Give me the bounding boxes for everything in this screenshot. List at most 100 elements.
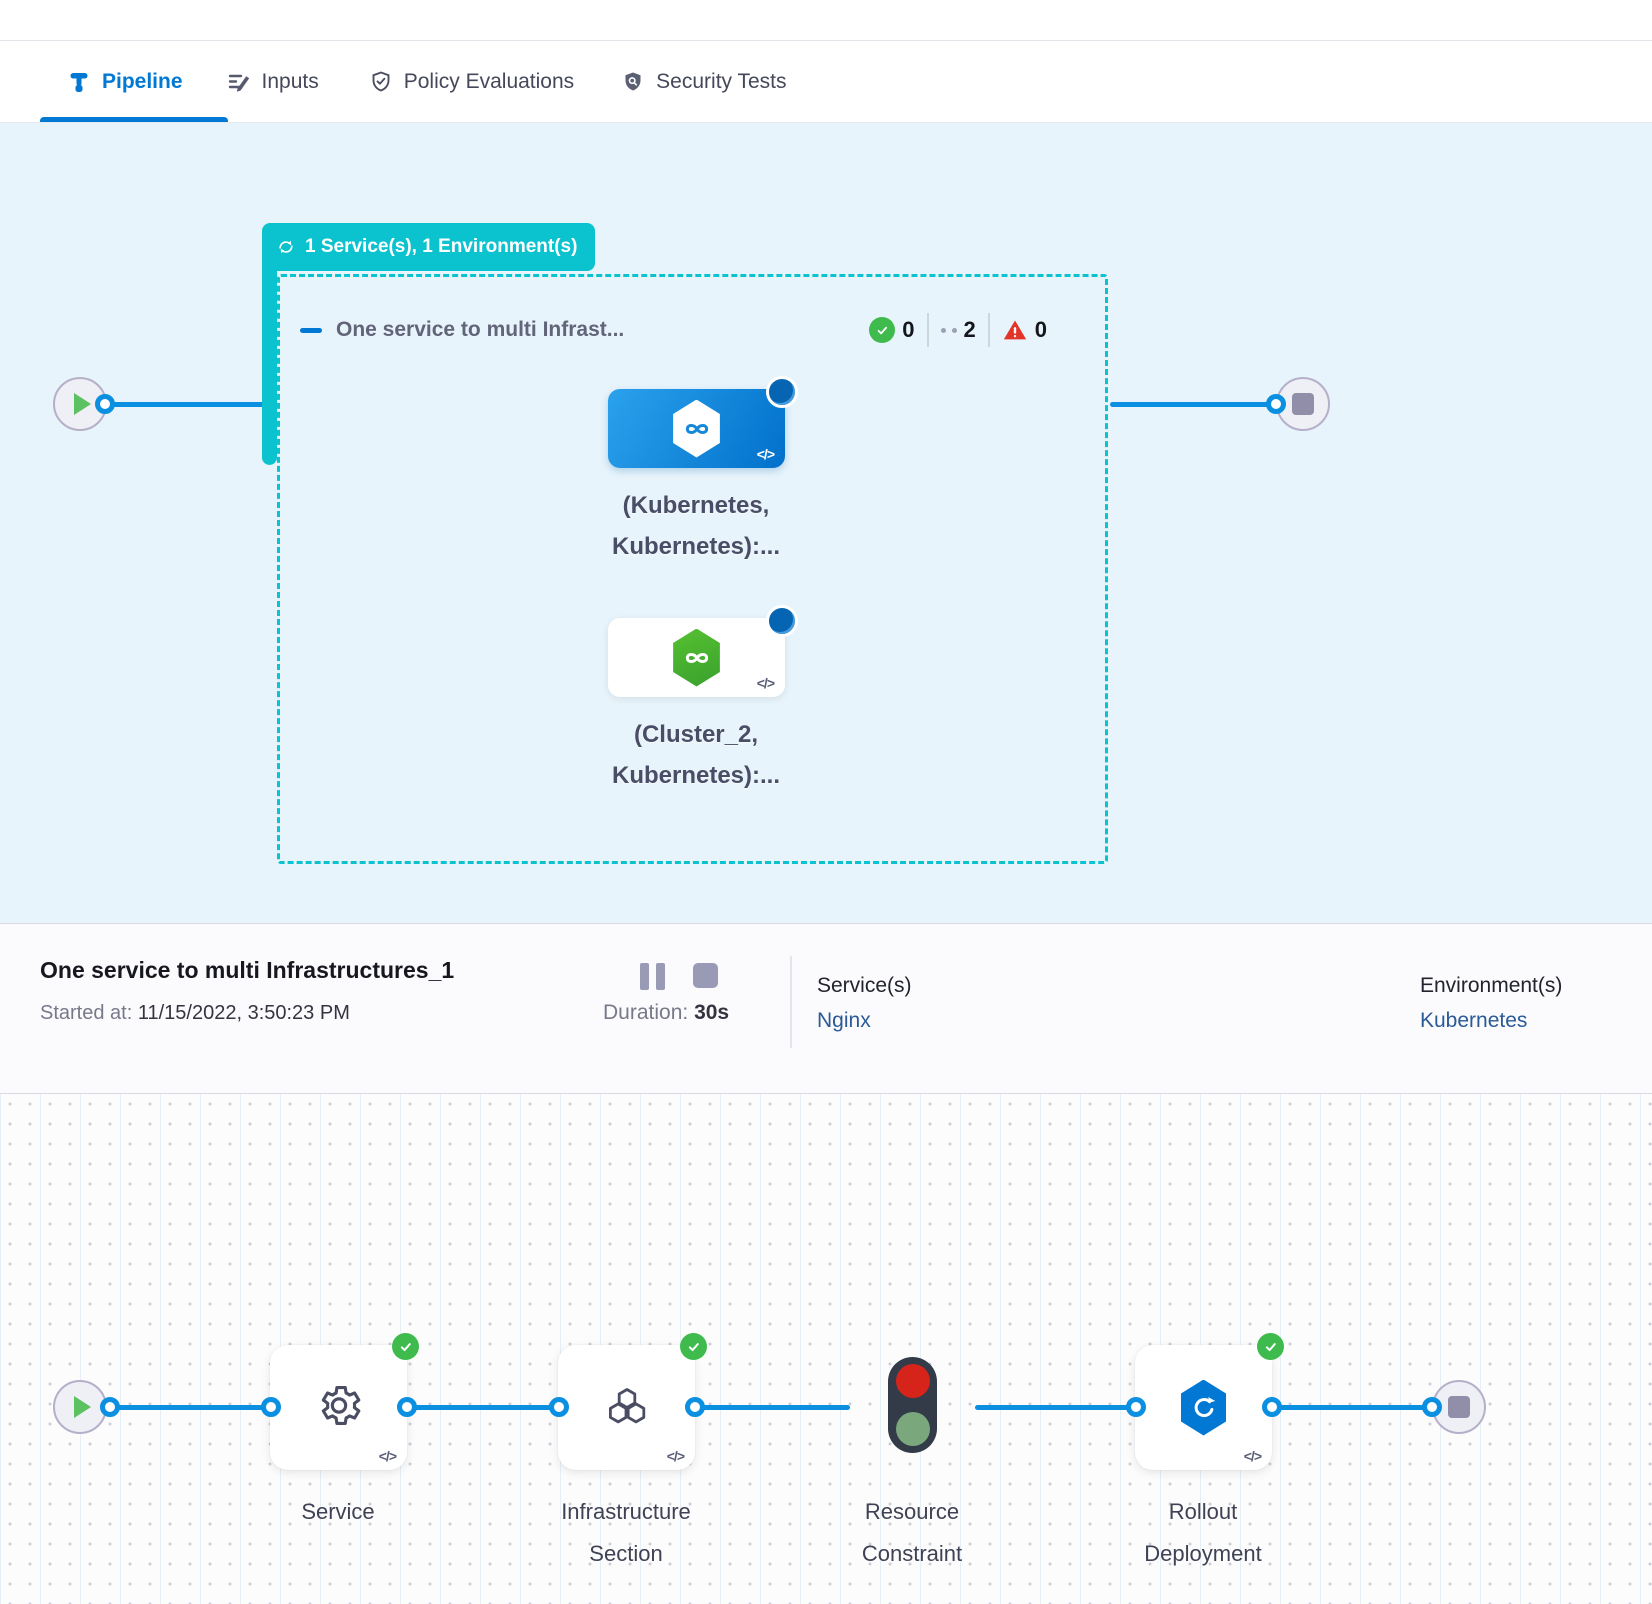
connector-line bbox=[1110, 402, 1272, 407]
step-rollout-deployment[interactable]: </> bbox=[1135, 1345, 1272, 1470]
tab-label: Security Tests bbox=[656, 70, 786, 94]
port bbox=[100, 1397, 120, 1417]
node-status-ring-icon bbox=[766, 605, 798, 637]
tab-bar: Pipeline Inputs Policy Evaluations Secur… bbox=[0, 41, 1652, 123]
failed-count-value: 0 bbox=[1035, 317, 1047, 343]
label-line1: Resource bbox=[802, 1491, 1022, 1533]
service-link[interactable]: Nginx bbox=[817, 1009, 912, 1033]
label-line1: Rollout bbox=[1093, 1491, 1313, 1533]
label-line1: Infrastructure bbox=[516, 1491, 736, 1533]
started-at-value: 11/15/2022, 3:50:23 PM bbox=[138, 1002, 350, 1024]
tab-inputs[interactable]: Inputs bbox=[227, 70, 319, 94]
hexagons-icon bbox=[601, 1381, 653, 1434]
matrix-node-kubernetes[interactable]: </> bbox=[608, 389, 785, 468]
running-count: 2 bbox=[941, 317, 976, 343]
tab-pipeline[interactable]: Pipeline bbox=[67, 70, 183, 94]
success-count-value: 0 bbox=[902, 317, 914, 343]
step-resource-constraint[interactable] bbox=[888, 1357, 937, 1453]
running-count-value: 2 bbox=[964, 317, 976, 343]
step-service[interactable]: </> bbox=[270, 1345, 407, 1470]
view-yaml-button[interactable]: </> bbox=[379, 1448, 396, 1464]
execution-details-bar: One service to multi Infrastructures_1 S… bbox=[0, 923, 1652, 1094]
duration-value: 30s bbox=[694, 1001, 729, 1024]
pause-button[interactable] bbox=[640, 963, 665, 990]
graph-start-node bbox=[53, 1380, 107, 1434]
warning-triangle-icon bbox=[1002, 317, 1028, 343]
stage-badge-label: 1 Service(s), 1 Environment(s) bbox=[305, 236, 577, 258]
label-line1: Service bbox=[228, 1491, 448, 1533]
stage-graph-panel: 1 Service(s), 1 Environment(s) One servi… bbox=[0, 123, 1652, 923]
stage-matrix-badge[interactable]: 1 Service(s), 1 Environment(s) bbox=[262, 223, 595, 271]
view-yaml-button[interactable]: </> bbox=[667, 1448, 684, 1464]
tab-policy-evaluations[interactable]: Policy Evaluations bbox=[369, 70, 574, 94]
inputs-icon bbox=[227, 70, 251, 94]
success-check-icon bbox=[1257, 1333, 1284, 1360]
view-yaml-button[interactable]: </> bbox=[757, 446, 774, 462]
stop-icon bbox=[1448, 1396, 1470, 1418]
top-strip bbox=[0, 0, 1652, 41]
environment-link[interactable]: Kubernetes bbox=[1420, 1009, 1562, 1033]
tab-label: Policy Evaluations bbox=[404, 70, 574, 94]
services-block: Service(s) Nginx bbox=[817, 974, 912, 1033]
collapse-minus-icon[interactable] bbox=[300, 328, 322, 333]
end-port bbox=[1266, 394, 1286, 414]
view-yaml-button[interactable]: </> bbox=[1244, 1448, 1261, 1464]
traffic-light-green bbox=[896, 1412, 930, 1446]
port bbox=[1262, 1397, 1282, 1417]
security-shield-scan-icon bbox=[621, 70, 645, 94]
connector-line bbox=[108, 1405, 272, 1410]
label-line2: Constraint bbox=[802, 1533, 1022, 1575]
stage-group-title: One service to multi Infrast... bbox=[336, 318, 624, 342]
step-label-rollout-deployment: Rollout Deployment bbox=[1093, 1491, 1313, 1575]
step-infrastructure[interactable]: </> bbox=[558, 1345, 695, 1470]
label-line2: Section bbox=[516, 1533, 736, 1575]
counts-divider bbox=[988, 313, 990, 347]
step-label-infrastructure: Infrastructure Section bbox=[516, 1491, 736, 1575]
tab-security-tests[interactable]: Security Tests bbox=[621, 70, 786, 94]
stage-group-box: One service to multi Infrast... 0 2 bbox=[277, 274, 1108, 864]
success-count: 0 bbox=[869, 317, 914, 343]
port bbox=[1422, 1397, 1442, 1417]
step-label-service: Service bbox=[228, 1491, 448, 1533]
tab-label: Inputs bbox=[262, 70, 319, 94]
pipeline-icon bbox=[67, 70, 91, 94]
traffic-light-red bbox=[896, 1364, 930, 1398]
connector-line bbox=[103, 402, 265, 407]
loop-icon bbox=[276, 237, 296, 257]
port bbox=[397, 1397, 417, 1417]
environments-block: Environment(s) Kubernetes bbox=[1420, 974, 1562, 1033]
node-status-ring-icon bbox=[766, 376, 798, 408]
port bbox=[685, 1397, 705, 1417]
running-dots-icon bbox=[941, 328, 957, 333]
success-check-icon bbox=[869, 317, 895, 343]
tab-label: Pipeline bbox=[102, 70, 183, 94]
policy-shield-check-icon bbox=[369, 70, 393, 94]
connector-line bbox=[407, 1405, 558, 1410]
stop-button[interactable] bbox=[693, 963, 718, 988]
start-port bbox=[95, 394, 115, 414]
success-check-icon bbox=[680, 1333, 707, 1360]
started-at: Started at: 11/15/2022, 3:50:23 PM bbox=[40, 1002, 350, 1025]
success-check-icon bbox=[392, 1333, 419, 1360]
play-icon bbox=[74, 1396, 91, 1418]
active-tab-underline bbox=[40, 117, 228, 122]
connector-line bbox=[975, 1405, 1135, 1410]
status-counts: 0 2 0 bbox=[869, 313, 1047, 347]
rollout-icon bbox=[1178, 1380, 1230, 1436]
port bbox=[549, 1397, 569, 1417]
stage-group-header: One service to multi Infrast... 0 2 bbox=[300, 313, 1047, 347]
connector-line bbox=[695, 1405, 850, 1410]
stop-icon bbox=[1292, 393, 1314, 415]
label-line2: Deployment bbox=[1093, 1533, 1313, 1575]
details-divider bbox=[790, 956, 792, 1048]
harness-hexagon-icon bbox=[670, 629, 724, 687]
execution-title: One service to multi Infrastructures_1 bbox=[40, 957, 454, 984]
stage-badge-strip bbox=[262, 263, 277, 465]
view-yaml-button[interactable]: </> bbox=[757, 675, 774, 691]
environments-label: Environment(s) bbox=[1420, 974, 1562, 998]
step-label-resource-constraint: Resource Constraint bbox=[802, 1491, 1022, 1575]
connector-line bbox=[1272, 1405, 1432, 1410]
pipeline-execution-view: Pipeline Inputs Policy Evaluations Secur… bbox=[0, 0, 1652, 1604]
port bbox=[1126, 1397, 1146, 1417]
matrix-node-cluster2[interactable]: </> bbox=[608, 618, 785, 697]
